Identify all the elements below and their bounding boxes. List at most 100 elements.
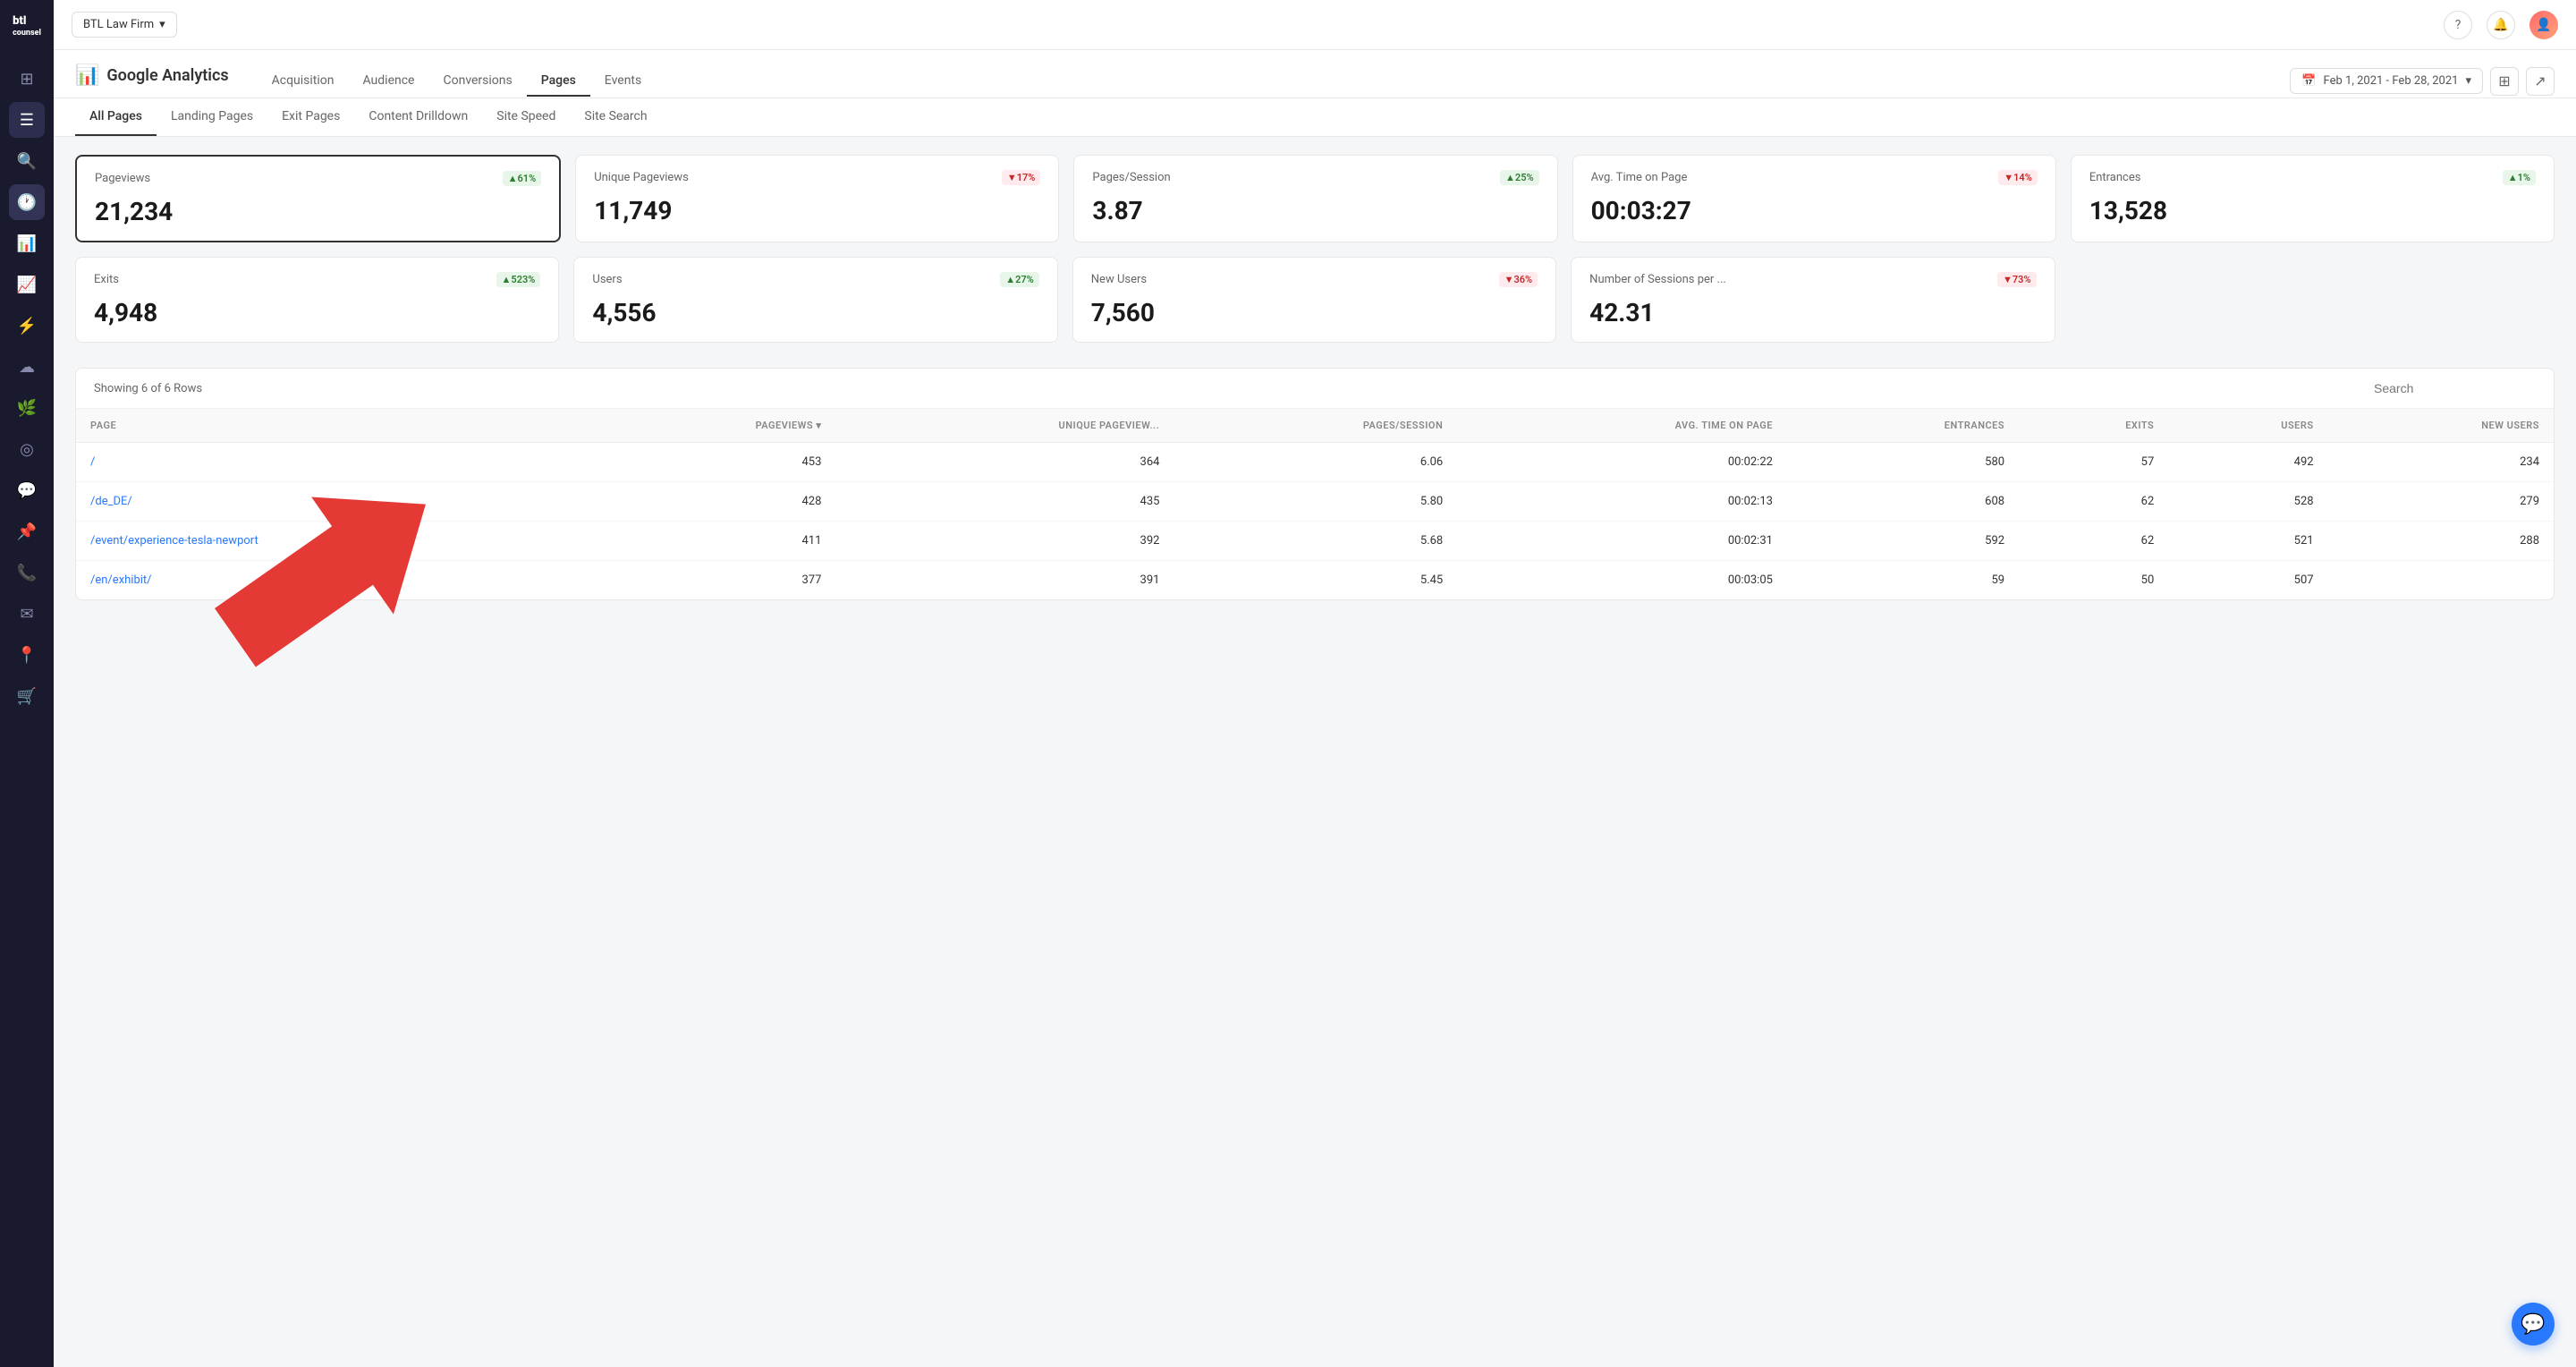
- sidebar-item-clock[interactable]: 🕐: [9, 184, 45, 220]
- chat-button[interactable]: 💬: [2512, 1303, 2555, 1346]
- sidebar-item-lightning[interactable]: ⚡: [9, 308, 45, 344]
- firm-selector[interactable]: BTL Law Firm ▾: [72, 12, 177, 38]
- metric-sessions[interactable]: Number of Sessions per ... ▼73% 42.31: [1571, 257, 2055, 343]
- cell-users: 492: [2168, 443, 2327, 482]
- table-toolbar: Showing 6 of 6 Rows: [76, 369, 2554, 409]
- cell-pageviews: 411: [589, 522, 835, 561]
- cell-entrances: 59: [1787, 561, 2019, 600]
- metric-users[interactable]: Users ▲27% 4,556: [573, 257, 1057, 343]
- cell-pages-session: 5.45: [1174, 561, 1457, 600]
- date-picker[interactable]: 📅 Feb 1, 2021 - Feb 28, 2021 ▾: [2290, 68, 2483, 94]
- metric-pageviews[interactable]: Pageviews ▲61% 21,234: [75, 155, 561, 242]
- metric-avg-time-header: Avg. Time on Page ▼14%: [1591, 170, 2038, 185]
- col-exits: EXITS: [2019, 409, 2168, 443]
- metric-unique-pageviews-header: Unique Pageviews ▼17%: [594, 170, 1040, 185]
- table-row: /event/experience-tesla-newport 411 392 …: [76, 522, 2554, 561]
- metric-avg-time-label: Avg. Time on Page: [1591, 171, 1688, 184]
- cell-page: /event/experience-tesla-newport: [76, 522, 589, 561]
- cell-unique-pageviews: 391: [835, 561, 1174, 600]
- tab-landing-pages[interactable]: Landing Pages: [157, 98, 267, 136]
- col-pages-session: PAGES/SESSION: [1174, 409, 1457, 443]
- nav-acquisition[interactable]: Acquisition: [258, 66, 349, 97]
- sidebar-item-mail[interactable]: ✉: [9, 596, 45, 632]
- topbar-right: ? 🔔 👤: [2444, 11, 2558, 39]
- table-search: [2374, 381, 2536, 395]
- tab-exit-pages[interactable]: Exit Pages: [267, 98, 354, 136]
- metric-users-label: Users: [592, 273, 622, 286]
- cell-users: 521: [2168, 522, 2327, 561]
- cell-pageviews: 428: [589, 482, 835, 522]
- nav-events[interactable]: Events: [590, 66, 656, 97]
- col-users: USERS: [2168, 409, 2327, 443]
- metric-pages-session[interactable]: Pages/Session ▲25% 3.87: [1073, 155, 1557, 242]
- sidebar-item-barchart[interactable]: 📊: [9, 225, 45, 261]
- metric-pages-session-label: Pages/Session: [1092, 171, 1170, 184]
- cell-avg-time: 00:02:13: [1457, 482, 1787, 522]
- cell-unique-pageviews: 435: [835, 482, 1174, 522]
- col-unique-pageviews: UNIQUE PAGEVIEW...: [835, 409, 1174, 443]
- metric-exits[interactable]: Exits ▲523% 4,948: [75, 257, 559, 343]
- col-pageviews[interactable]: PAGEVIEWS ▾: [589, 409, 835, 443]
- cell-exits: 62: [2019, 522, 2168, 561]
- analytics-title: Google Analytics: [106, 66, 228, 85]
- cell-entrances: 608: [1787, 482, 2019, 522]
- sidebar-item-target[interactable]: ◎: [9, 431, 45, 467]
- sidebar-item-home[interactable]: ⊞: [9, 61, 45, 97]
- cell-pageviews: 377: [589, 561, 835, 600]
- sidebar-item-comment[interactable]: 💬: [9, 472, 45, 508]
- share-button[interactable]: ↗: [2526, 67, 2555, 96]
- help-button[interactable]: ?: [2444, 11, 2472, 39]
- metrics-row-2: Exits ▲523% 4,948 Users ▲27% 4,556 New U…: [75, 257, 2555, 343]
- metric-sessions-header: Number of Sessions per ... ▼73%: [1589, 272, 2036, 287]
- cell-page: /: [76, 443, 589, 482]
- metric-entrances[interactable]: Entrances ▲1% 13,528: [2071, 155, 2555, 242]
- metric-unique-pageviews[interactable]: Unique Pageviews ▼17% 11,749: [575, 155, 1059, 242]
- table-row: /en/exhibit/ 377 391 5.45 00:03:05 59 50…: [76, 561, 2554, 600]
- metric-new-users-value: 7,560: [1091, 298, 1538, 327]
- sidebar-item-linechart[interactable]: 📈: [9, 267, 45, 302]
- analytics-icon: 📊: [75, 64, 99, 87]
- metric-avg-time[interactable]: Avg. Time on Page ▼14% 00:03:27: [1572, 155, 2056, 242]
- metric-users-badge: ▲27%: [1000, 272, 1039, 287]
- cell-exits: 62: [2019, 482, 2168, 522]
- nav-pages[interactable]: Pages: [527, 66, 590, 97]
- data-table: PAGE PAGEVIEWS ▾ UNIQUE PAGEVIEW... PAGE…: [76, 409, 2554, 599]
- metric-pageviews-badge: ▲61%: [503, 171, 542, 186]
- sidebar-item-leaf[interactable]: 🌿: [9, 390, 45, 426]
- cell-new-users: 279: [2328, 482, 2554, 522]
- sidebar-item-cloud[interactable]: ☁: [9, 349, 45, 385]
- search-input[interactable]: [2374, 381, 2536, 395]
- tab-site-search[interactable]: Site Search: [570, 98, 661, 136]
- calendar-icon: 📅: [2301, 74, 2316, 88]
- metric-exits-badge: ▲523%: [496, 272, 541, 287]
- sidebar-item-search[interactable]: 🔍: [9, 143, 45, 179]
- view-toggle-button[interactable]: ⊞: [2490, 67, 2519, 96]
- content-area: 📊 Google Analytics Acquisition Audience …: [54, 50, 2576, 1367]
- metric-pages-session-badge: ▲25%: [1500, 170, 1539, 185]
- sidebar-item-pin[interactable]: 📌: [9, 514, 45, 549]
- nav-conversions[interactable]: Conversions: [428, 66, 526, 97]
- notifications-button[interactable]: 🔔: [2487, 11, 2515, 39]
- cell-unique-pageviews: 392: [835, 522, 1174, 561]
- nav-audience[interactable]: Audience: [349, 66, 429, 97]
- metric-pages-session-header: Pages/Session ▲25%: [1092, 170, 1538, 185]
- metric-sessions-badge: ▼73%: [1997, 272, 2037, 287]
- tab-all-pages[interactable]: All Pages: [75, 98, 157, 136]
- table-row: /de_DE/ 428 435 5.80 00:02:13 608 62 528…: [76, 482, 2554, 522]
- sidebar-item-phone[interactable]: 📞: [9, 555, 45, 590]
- tab-content-drilldown[interactable]: Content Drilldown: [354, 98, 482, 136]
- logo: btl counsel: [7, 11, 47, 41]
- metric-exits-label: Exits: [94, 273, 119, 286]
- sidebar-item-dashboard[interactable]: ☰: [9, 102, 45, 138]
- metric-sessions-label: Number of Sessions per ...: [1589, 273, 1726, 286]
- col-page[interactable]: PAGE: [76, 409, 589, 443]
- avatar[interactable]: 👤: [2529, 11, 2558, 39]
- sidebar-item-cart[interactable]: 🛒: [9, 678, 45, 714]
- analytics-header: 📊 Google Analytics Acquisition Audience …: [54, 50, 2576, 98]
- sidebar-item-location[interactable]: 📍: [9, 637, 45, 673]
- tab-site-speed[interactable]: Site Speed: [482, 98, 570, 136]
- metric-unique-pageviews-value: 11,749: [594, 196, 1040, 225]
- metric-new-users[interactable]: New Users ▼36% 7,560: [1072, 257, 1556, 343]
- cell-page: /en/exhibit/: [76, 561, 589, 600]
- metric-new-users-label: New Users: [1091, 273, 1147, 286]
